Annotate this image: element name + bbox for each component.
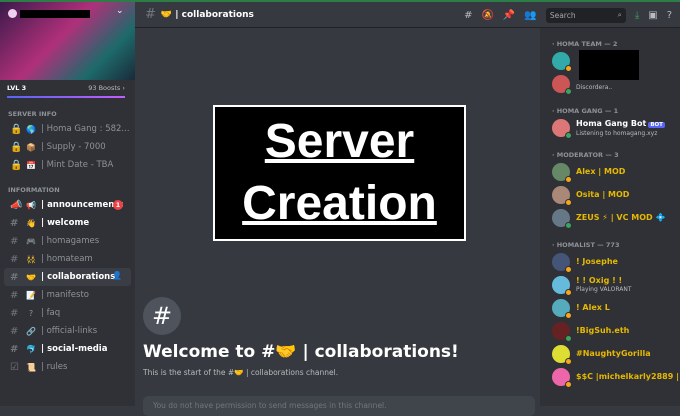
pin-icon[interactable]: 📌	[503, 10, 515, 21]
lock-icon: 🔒	[10, 141, 23, 153]
rules-icon: ☑	[10, 361, 19, 373]
group-homalist: · HOMALIST — 773	[552, 241, 620, 249]
group-homa-gang: · HOMA GANG — 1	[552, 107, 619, 115]
message-area: Server Creation # Welcome to #🤝 | collabo…	[135, 28, 540, 416]
hash-icon: #	[10, 325, 19, 337]
channel-header: # 🤝 | collaborations # 🔕 📌 👥 Search ⌕ ⤓ ▣…	[135, 2, 680, 28]
category-server-info[interactable]: SERVER INFO	[0, 108, 135, 120]
channel-social-media[interactable]: # 🐬 | social-media	[4, 340, 131, 358]
lock-icon: 🔒	[10, 159, 23, 171]
avatar	[552, 162, 572, 183]
threads-icon[interactable]: #	[464, 10, 472, 21]
channel-supply[interactable]: 🔒 📦 | Supply - 7000	[4, 138, 131, 156]
channel-manifesto[interactable]: # 📝 | manifesto	[4, 286, 131, 304]
search-input[interactable]: Search ⌕	[545, 7, 626, 23]
hash-icon: #	[10, 307, 19, 319]
member-bot[interactable]: Homa Gang Bot BOT Listening to homagang.xy…	[552, 116, 680, 139]
channel-collaborations[interactable]: # 🤝 | collaborations 👤	[4, 268, 131, 286]
category-information[interactable]: INFORMATION	[0, 184, 135, 196]
hash-icon: #	[10, 343, 19, 355]
members-icon[interactable]: 👥	[524, 10, 536, 21]
avatar	[552, 252, 572, 273]
help-icon[interactable]: ?	[667, 10, 672, 21]
avatar	[552, 208, 572, 229]
download-icon[interactable]: ⤓	[635, 10, 639, 21]
hash-icon: #	[10, 271, 19, 283]
member[interactable]: Osita | MOD	[552, 183, 680, 206]
inbox-icon[interactable]: ▣	[648, 10, 657, 21]
avatar	[552, 51, 572, 72]
server-name-redacted	[20, 10, 90, 18]
channel-mint-date[interactable]: 🔒 📅 | Mint Date - TBA	[4, 156, 131, 174]
server-creation-image: Server Creation	[213, 105, 466, 241]
boost-progress-bar	[7, 96, 125, 98]
avatar	[552, 344, 572, 365]
lock-icon: 🔒	[10, 123, 23, 135]
member[interactable]: ! Josephe	[552, 250, 680, 273]
member[interactable]: $$C |michelkarly2889 |	[552, 365, 680, 388]
search-icon: ⌕	[617, 10, 622, 19]
avatar	[552, 321, 572, 342]
channel-welcome[interactable]: # 👋 | welcome	[4, 214, 131, 232]
redacted-names	[579, 50, 639, 80]
channel-homa-gang[interactable]: 🔒 🌎 | Homa Gang : 582...	[4, 120, 131, 138]
avatar	[552, 118, 572, 139]
channel-announcements[interactable]: 📣 📢 | announcements 1	[4, 196, 131, 214]
channel-title: 🤝 | collaborations	[160, 9, 254, 20]
channel-rules[interactable]: ☑ 📜 | rules	[4, 358, 131, 376]
group-moderator: · MODERATOR — 3	[552, 151, 619, 159]
member[interactable]: ! ! Oxig ! ! Playing VALORANT	[552, 273, 680, 296]
channel-official-links[interactable]: # 🔗 | official-links	[4, 322, 131, 340]
channel-sidebar: ⌄ LVL 3 93 Boosts › SERVER INFO 🔒 🌎 | Homa …	[0, 2, 135, 406]
hash-icon: #	[10, 235, 19, 247]
group-homa-team: · HOMA TEAM — 2	[552, 40, 618, 48]
channel-homagames[interactable]: # 🎮 | homagames	[4, 232, 131, 250]
avatar	[552, 185, 572, 206]
member[interactable]: Alex | MOD	[552, 160, 680, 183]
member-list: · HOMA TEAM — 2 Discordera.. · HOMA GANG…	[540, 28, 680, 406]
avatar	[552, 367, 572, 388]
hash-icon: #	[10, 253, 19, 265]
hash-icon: #	[145, 7, 156, 22]
channel-faq[interactable]: #? | faq	[4, 304, 131, 322]
avatar	[552, 275, 572, 296]
member[interactable]: #NaughtyGorilla	[552, 342, 680, 365]
channel-homateam[interactable]: # 👯 | homateam	[4, 250, 131, 268]
megaphone-icon: 📣	[10, 199, 23, 211]
invite-icon[interactable]: 👤	[112, 271, 122, 280]
server-banner[interactable]: ⌄	[0, 2, 135, 80]
welcome-heading: Welcome to #🤝 | collaborations!	[143, 342, 459, 362]
chevron-down-icon[interactable]: ⌄	[116, 6, 124, 16]
server-icon	[8, 9, 17, 18]
hash-icon: #	[10, 217, 19, 229]
member[interactable]: ! Alex L	[552, 296, 680, 319]
mention-badge: 1	[113, 200, 123, 210]
channel-start-text: This is the start of the #🤝 | collaborat…	[143, 368, 339, 377]
member[interactable]: ZEUS ⚡ | VC MOD 💠	[552, 206, 680, 229]
hash-icon: #	[10, 289, 19, 301]
member[interactable]: !BigSuh.eth	[552, 319, 680, 342]
message-input-disabled[interactable]: You do not have permission to send messa…	[143, 396, 535, 416]
mute-bell-icon[interactable]: 🔕	[481, 10, 493, 21]
avatar	[552, 298, 572, 319]
boost-level[interactable]: LVL 3 93 Boosts ›	[0, 80, 135, 92]
channel-hash-icon: #	[143, 297, 181, 335]
avatar	[552, 74, 572, 95]
